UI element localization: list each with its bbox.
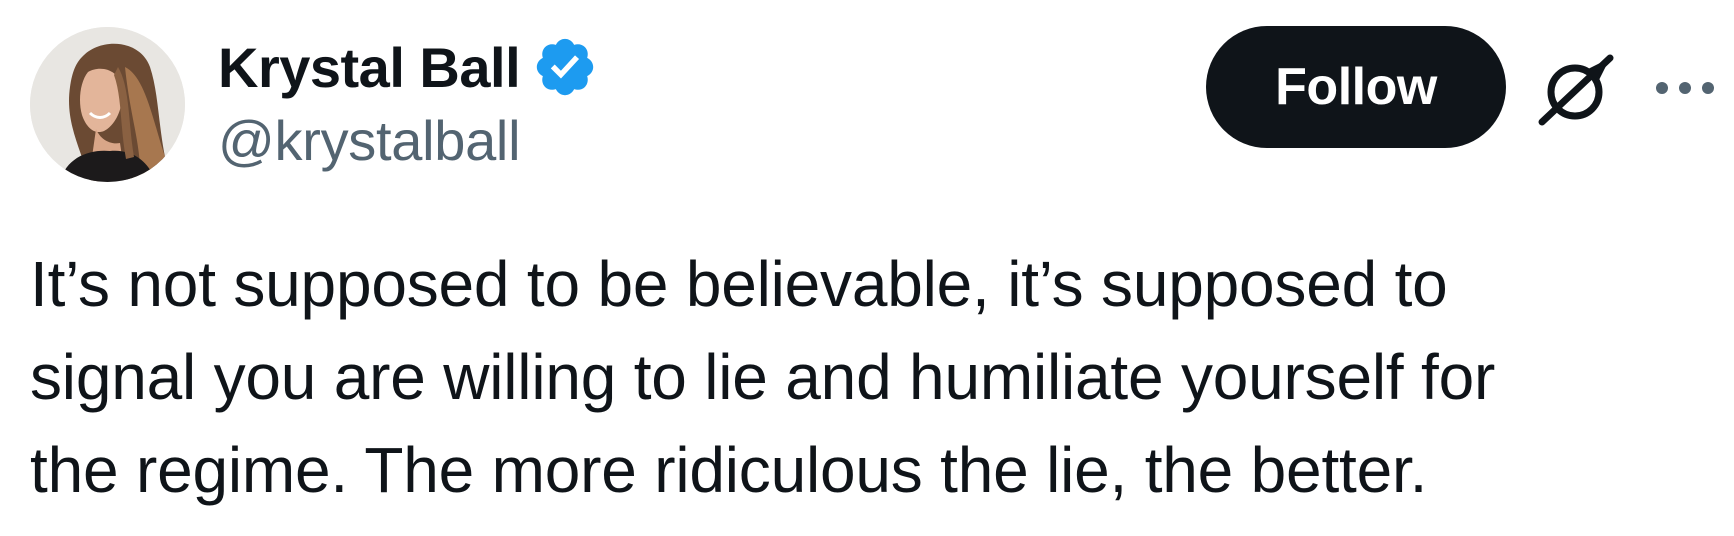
author-handle[interactable]: @krystalball bbox=[218, 108, 521, 173]
author-display-name[interactable]: Krystal Ball bbox=[218, 35, 521, 100]
tweet-text-line: It’s not supposed to be believable, it’s… bbox=[30, 248, 1448, 320]
follow-button[interactable]: Follow bbox=[1206, 26, 1506, 148]
avatar[interactable] bbox=[30, 27, 185, 182]
more-horizontal-icon[interactable] bbox=[1650, 70, 1720, 106]
author-name-row: Krystal Ball bbox=[218, 32, 598, 102]
avatar-photo-icon bbox=[30, 27, 185, 182]
tweet-text-line: the regime. The more ridiculous the lie,… bbox=[30, 434, 1428, 506]
tweet-card: Krystal Ball @krystalball Follow It’s no… bbox=[0, 0, 1734, 536]
tweet-text-line: signal you are willing to lie and humili… bbox=[30, 341, 1496, 413]
tweet-text: It’s not supposed to be believable, it’s… bbox=[30, 238, 1710, 517]
grok-icon[interactable] bbox=[1530, 48, 1616, 134]
verified-badge-icon[interactable] bbox=[532, 34, 598, 100]
